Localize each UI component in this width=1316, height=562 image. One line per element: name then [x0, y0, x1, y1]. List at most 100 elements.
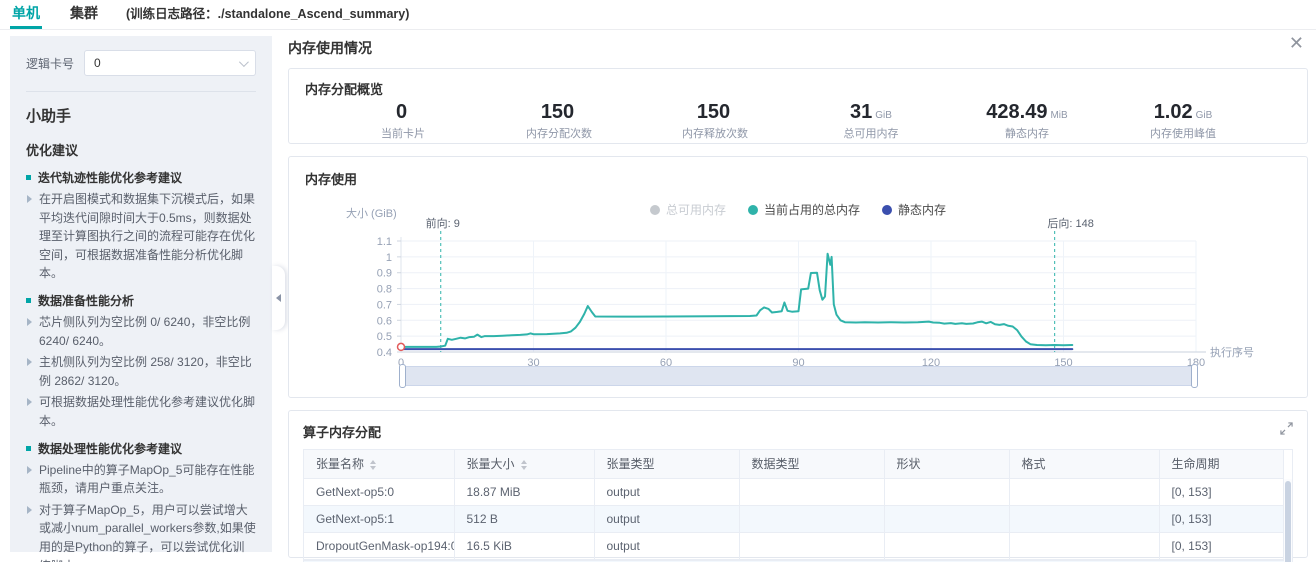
column-header: 形状: [884, 450, 1009, 478]
legend-dot-icon: [650, 205, 660, 215]
svg-text:1.1: 1.1: [377, 236, 392, 248]
table-cell: output: [594, 532, 739, 559]
triangle-icon: [27, 358, 32, 366]
stat-value: 428.49: [986, 101, 1047, 123]
close-icon[interactable]: ✕: [1289, 34, 1304, 52]
section-title: 数据处理性能优化参考建议: [26, 440, 256, 458]
suggestions-title: 优化建议: [26, 140, 256, 159]
datazoom-left-handle[interactable]: [399, 364, 406, 388]
svg-text:0.4: 0.4: [377, 347, 392, 359]
suggestion-section: 数据准备性能分析芯片侧队列为空比例 0/ 6240，非空比例 6240/ 624…: [26, 292, 256, 431]
sort-icon[interactable]: [521, 460, 527, 470]
stat-label: 静态内存: [949, 125, 1105, 141]
legend-item-total-available[interactable]: 总可用内存: [650, 201, 726, 218]
stat-label: 当前卡片: [325, 125, 481, 141]
stat-label: 内存分配次数: [481, 125, 637, 141]
suggestion-item: 芯片侧队列为空比例 0/ 6240，非空比例 6240/ 6240。: [26, 313, 256, 350]
legend-label: 当前占用的总内存: [764, 201, 860, 218]
overview-stats: 0 当前卡片 150 内存分配次数 150 内存释放次数 31GiB 总可用内存…: [305, 101, 1291, 141]
table-cell: [884, 478, 1009, 505]
section-title: 迭代轨迹性能优化参考建议: [26, 169, 256, 187]
svg-text:1: 1: [386, 252, 392, 264]
suggestion-item: 在开启图模式和数据集下沉模式后，如果平均迭代间隙时间大于0.5ms，则数据处理至…: [26, 190, 256, 283]
svg-text:0.7: 0.7: [377, 299, 392, 311]
section-title: 数据准备性能分析: [26, 292, 256, 310]
table-header-row: 张量名称张量大小张量类型数据类型形状格式生命周期: [304, 450, 1284, 478]
table-row[interactable]: DropoutGenMask-op194:016.5 KiBoutput[0, …: [304, 532, 1284, 559]
stat-unit: GiB: [875, 110, 892, 121]
legend-dot-icon: [882, 205, 892, 215]
column-header: 张量类型: [594, 450, 739, 478]
assistant-title: 小助手: [26, 105, 256, 126]
table-cell: [1009, 532, 1159, 559]
legend-item-current-occupied[interactable]: 当前占用的总内存: [748, 201, 860, 218]
memory-overview-card: 内存分配概览 0 当前卡片 150 内存分配次数 150 内存释放次数 31Gi…: [288, 68, 1308, 144]
stat-unit: GiB: [1196, 110, 1213, 121]
stat-peak-usage: 1.02GiB 内存使用峰值: [1105, 101, 1261, 141]
tab-standalone[interactable]: 单机: [10, 3, 42, 29]
chart-datazoom-slider[interactable]: [401, 366, 1196, 386]
table-cell: [884, 532, 1009, 559]
table-cell: 18.87 MiB: [454, 478, 594, 505]
table-row[interactable]: GetNext-op5:1512 Boutput[0, 153]: [304, 505, 1284, 532]
stat-label: 总可用内存: [793, 125, 949, 141]
svg-text:前向: 9: 前向: 9: [426, 216, 460, 230]
svg-text:0.5: 0.5: [377, 331, 392, 343]
svg-text:执行序号: 执行序号: [1210, 345, 1254, 359]
table-cell: [739, 532, 884, 559]
suggestion-section: 迭代轨迹性能优化参考建议在开启图模式和数据集下沉模式后，如果平均迭代间隙时间大于…: [26, 169, 256, 283]
column-header: 格式: [1009, 450, 1159, 478]
datazoom-right-handle[interactable]: [1191, 364, 1198, 388]
training-log-path: (训练日志路径：./standalone_Ascend_summary): [126, 3, 409, 29]
operator-memory-card: 算子内存分配 张量名称张量大小张量类型数据类型形状格式生命周期 GetNext-…: [288, 410, 1308, 558]
table-cell: output: [594, 478, 739, 505]
table-cell: [0, 153]: [1159, 478, 1284, 505]
table-row[interactable]: GetNext-op5:018.87 MiBoutput [0, 153]: [304, 478, 1284, 505]
sidebar-collapse-handle[interactable]: [272, 266, 285, 330]
table-cell: 512 B: [454, 505, 594, 532]
bullet-icon: [26, 175, 31, 180]
scrollbar-thumb[interactable]: [1285, 481, 1291, 562]
suggestion-item: Pipeline中的算子MapOp_5可能存在性能瓶颈，请用户重点关注。: [26, 461, 256, 498]
table-cell: output: [594, 505, 739, 532]
triangle-icon: [27, 398, 32, 406]
card-number-label: 逻辑卡号: [26, 55, 74, 72]
table-cell: [0, 153]: [1159, 532, 1284, 559]
divider: [26, 91, 256, 92]
memory-panel: 内存使用情况 ✕ 内存分配概览 0 当前卡片 150 内存分配次数 150 内存…: [288, 36, 1308, 558]
usage-chart-title: 内存使用: [305, 169, 357, 188]
collapse-left-icon: [276, 294, 281, 302]
triangle-icon: [27, 466, 32, 474]
stat-total-available: 31GiB 总可用内存: [793, 101, 949, 141]
table-cell: GetNext-op5:0: [304, 478, 454, 505]
table-cell: [0, 153]: [1159, 505, 1284, 532]
memory-usage-card: 0.40.50.60.70.80.911.10306090120150180大小…: [288, 156, 1308, 398]
sort-icon[interactable]: [370, 460, 376, 470]
column-header[interactable]: 张量名称: [304, 450, 454, 478]
memory-usage-chart[interactable]: 0.40.50.60.70.80.911.10306090120150180大小…: [289, 157, 1303, 399]
operator-table-title: 算子内存分配: [303, 422, 1293, 441]
suggestion-item: 主机侧队列为空比例 258/ 3120，非空比例 2862/ 3120。: [26, 353, 256, 390]
table-cell: [1009, 478, 1159, 505]
assistant-sidebar: 逻辑卡号 0 小助手 优化建议 迭代轨迹性能优化参考建议在开启图模式和数据集下沉…: [10, 36, 272, 552]
tab-cluster[interactable]: 集群: [68, 3, 100, 29]
stat-value: 31: [850, 101, 872, 123]
card-number-select[interactable]: 0: [84, 50, 256, 76]
suggestion-item: 对于算子MapOp_5，用户可以尝试增大或减小num_parallel_work…: [26, 501, 256, 562]
table-cell: DropoutGenMask-op194:0: [304, 532, 454, 559]
stat-unit: MiB: [1050, 110, 1067, 121]
column-header[interactable]: 张量大小: [454, 450, 594, 478]
svg-text:0.8: 0.8: [377, 284, 392, 296]
table-cell: [1009, 505, 1159, 532]
table-cell: [739, 505, 884, 532]
chevron-down-icon: [239, 57, 249, 67]
fullscreen-icon[interactable]: [1280, 422, 1293, 440]
stat-release-count: 150 内存释放次数: [637, 101, 793, 141]
stat-value: 150: [697, 101, 730, 123]
legend-label: 静态内存: [898, 201, 946, 218]
stat-alloc-count: 150 内存分配次数: [481, 101, 637, 141]
stat-value: 1.02: [1154, 101, 1193, 123]
legend-item-static-memory[interactable]: 静态内存: [882, 201, 946, 218]
column-header: 生命周期: [1159, 450, 1284, 478]
table-scrollbar[interactable]: [1284, 479, 1292, 562]
